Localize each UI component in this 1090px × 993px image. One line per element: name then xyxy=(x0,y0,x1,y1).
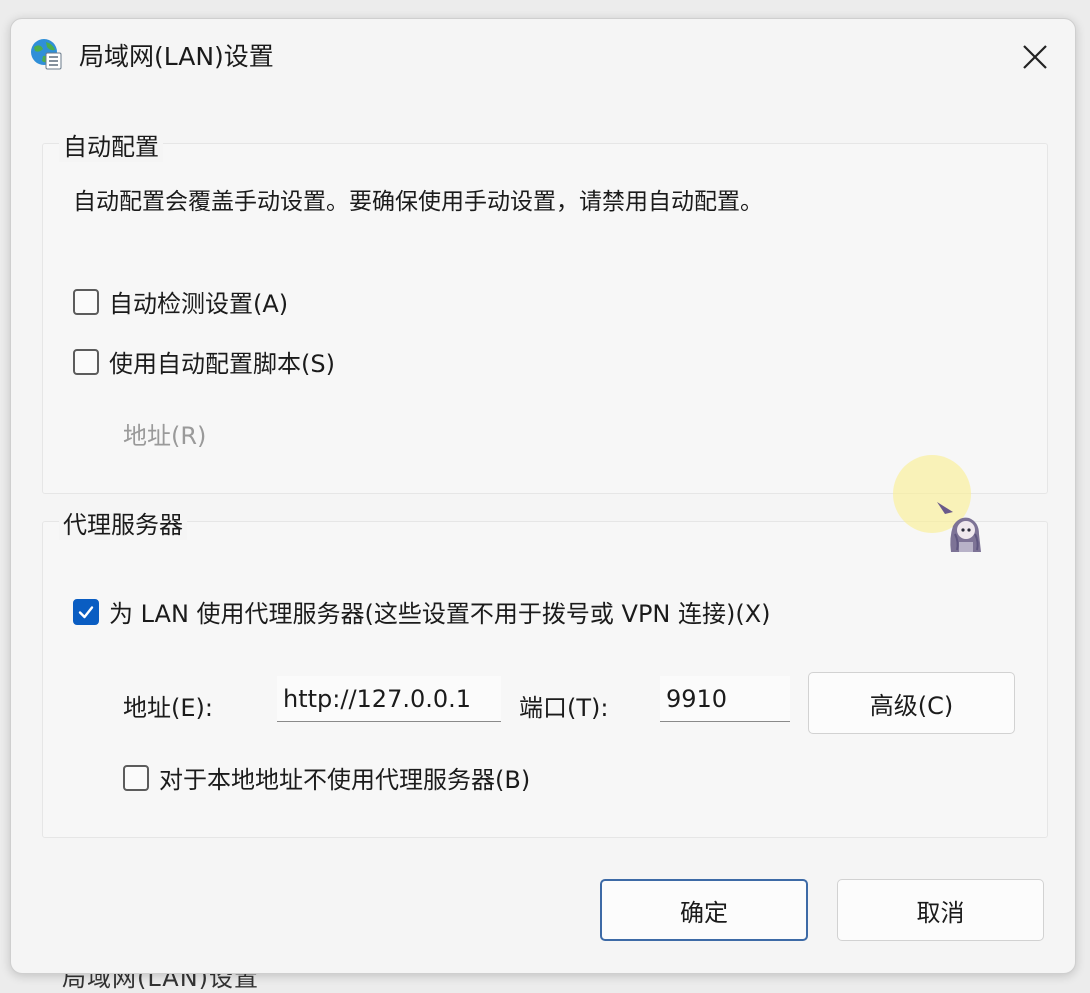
title-bar: 局域网(LAN)设置 xyxy=(11,19,1075,89)
proxy-port-input[interactable]: 9910 xyxy=(660,676,790,722)
bypass-local-checkbox[interactable] xyxy=(123,764,149,791)
auto-detect-checkbox[interactable] xyxy=(73,288,99,315)
proxy-address-input[interactable]: http://127.0.0.1 xyxy=(277,676,501,722)
ok-button[interactable]: 确定 xyxy=(600,879,808,941)
use-proxy-checkbox-row[interactable]: 为 LAN 使用代理服务器(这些设置不用于拨号或 VPN 连接)(X) xyxy=(73,594,771,629)
globe-settings-icon xyxy=(31,39,62,70)
dialog-title: 局域网(LAN)设置 xyxy=(79,42,274,71)
advanced-button[interactable]: 高级(C) xyxy=(808,672,1015,734)
use-script-checkbox[interactable] xyxy=(73,348,99,375)
cancel-button[interactable]: 取消 xyxy=(837,879,1044,941)
script-address-label: 地址(R) xyxy=(123,422,207,450)
auto-detect-checkbox-row[interactable]: 自动检测设置(A) xyxy=(73,284,288,319)
auto-config-group-label: 自动配置 xyxy=(59,127,163,162)
auto-config-group: 自动配置 自动配置会覆盖手动设置。要确保使用手动设置，请禁用自动配置。 自动检测… xyxy=(42,127,1048,494)
use-proxy-checkbox[interactable] xyxy=(73,598,99,625)
anime-cursor-icon xyxy=(937,502,981,552)
bypass-local-label: 对于本地地址不使用代理服务器(B) xyxy=(159,766,531,794)
bypass-local-checkbox-row[interactable]: 对于本地地址不使用代理服务器(B) xyxy=(123,760,530,795)
auto-config-description: 自动配置会覆盖手动设置。要确保使用手动设置，请禁用自动配置。 xyxy=(73,189,763,215)
proxy-group-label: 代理服务器 xyxy=(59,505,187,540)
checkmark-icon xyxy=(78,605,94,618)
proxy-port-label: 端口(T): xyxy=(519,694,609,722)
proxy-server-group: 代理服务器 为 LAN 使用代理服务器(这些设置不用于拨号或 VPN 连接)(X… xyxy=(42,505,1048,838)
use-script-label: 使用自动配置脚本(S) xyxy=(109,350,335,378)
proxy-address-label: 地址(E): xyxy=(123,694,213,722)
close-icon xyxy=(1023,45,1047,69)
use-proxy-label: 为 LAN 使用代理服务器(这些设置不用于拨号或 VPN 连接)(X) xyxy=(109,600,771,628)
auto-detect-label: 自动检测设置(A) xyxy=(109,290,289,318)
use-script-checkbox-row[interactable]: 使用自动配置脚本(S) xyxy=(73,344,335,379)
close-button[interactable] xyxy=(1015,37,1055,77)
